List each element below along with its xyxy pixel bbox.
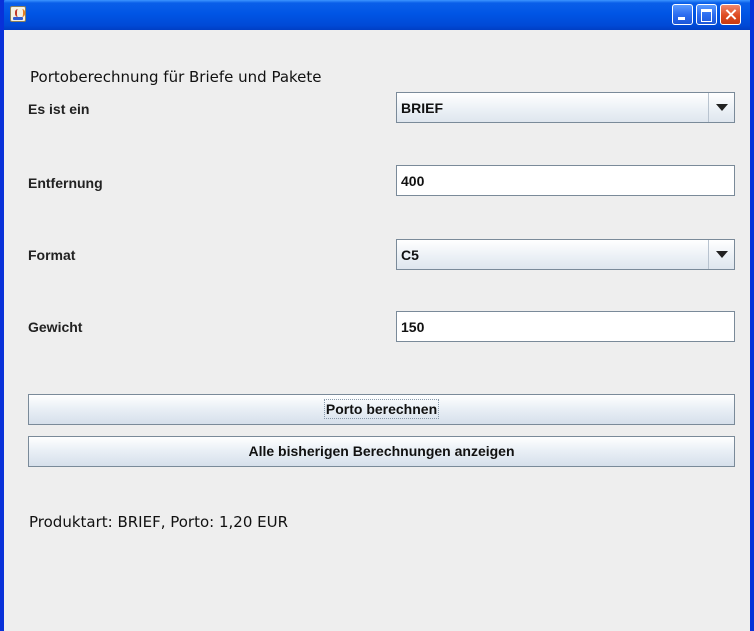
chevron-down-icon[interactable] [708, 93, 734, 122]
type-label: Es ist ein [28, 101, 90, 117]
chevron-down-icon[interactable] [708, 240, 734, 269]
app-window: Portoberechnung für Briefe und Pakete Es… [0, 0, 754, 631]
distance-label: Entfernung [28, 175, 103, 191]
format-dropdown[interactable]: C5 [396, 239, 735, 270]
weight-field-value: 150 [401, 319, 425, 335]
result-text: Produktart: BRIEF, Porto: 1,20 EUR [29, 513, 289, 531]
type-dropdown[interactable]: BRIEF [396, 92, 735, 123]
format-dropdown-value: C5 [401, 247, 419, 263]
weight-field[interactable]: 150 [396, 311, 735, 342]
calculate-button[interactable]: Porto berechnen [28, 394, 735, 425]
form-panel: Portoberechnung für Briefe und Pakete Es… [4, 30, 750, 631]
minimize-button[interactable] [672, 4, 693, 25]
distance-field-value: 400 [401, 173, 425, 189]
maximize-button[interactable] [696, 4, 717, 25]
calculate-button-label: Porto berechnen [323, 399, 440, 419]
title-bar[interactable] [4, 0, 750, 30]
show-all-button[interactable]: Alle bisherigen Berechnungen anzeigen [28, 436, 735, 467]
format-label: Format [28, 247, 76, 263]
java-cup-icon[interactable] [10, 6, 26, 22]
show-all-button-label: Alle bisherigen Berechnungen anzeigen [248, 443, 515, 459]
weight-label: Gewicht [28, 319, 83, 335]
close-button[interactable] [720, 4, 741, 25]
type-dropdown-value: BRIEF [401, 100, 443, 116]
distance-field[interactable]: 400 [396, 165, 735, 196]
page-title: Portoberechnung für Briefe und Pakete [30, 68, 322, 86]
